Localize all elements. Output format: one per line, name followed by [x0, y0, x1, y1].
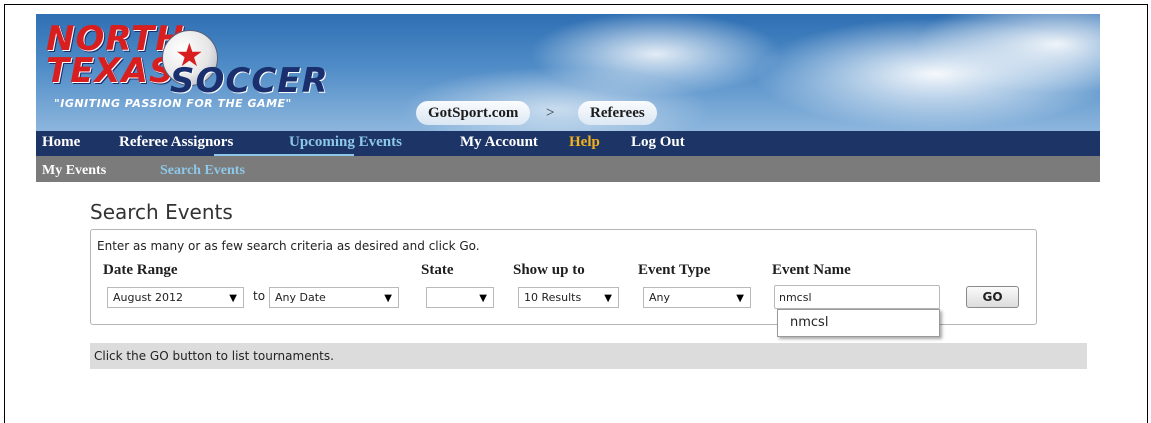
event-type-value: Any — [649, 291, 671, 304]
breadcrumb-separator: > — [546, 105, 555, 121]
date-from-select[interactable]: August 2012 ▼ — [107, 287, 244, 308]
logo-text-soccer: SOCCER — [170, 61, 329, 101]
date-to-select[interactable]: Any Date ▼ — [269, 287, 399, 308]
event-name-input[interactable] — [774, 285, 940, 309]
chevron-down-icon: ▼ — [736, 293, 744, 304]
status-message: Click the GO button to list tournaments. — [90, 343, 1087, 369]
nav-home[interactable]: Home — [42, 131, 80, 156]
search-instructions: Enter as many or as few search criteria … — [97, 239, 480, 253]
chevron-down-icon: ▼ — [229, 293, 237, 304]
show-up-to-select[interactable]: 10 Results ▼ — [518, 287, 619, 308]
event-type-select[interactable]: Any ▼ — [643, 287, 751, 308]
go-button[interactable]: GO — [966, 286, 1019, 308]
date-from-value: August 2012 — [113, 291, 183, 304]
nav-log-out[interactable]: Log Out — [631, 131, 685, 156]
date-to-label: to — [253, 289, 266, 303]
autocomplete-suggestion[interactable]: nmcsl — [777, 309, 940, 337]
nav-my-account[interactable]: My Account — [460, 131, 538, 156]
subnav-my-events[interactable]: My Events — [42, 156, 106, 182]
breadcrumb-referees[interactable]: Referees — [578, 101, 657, 125]
logo-text-texas: TEXAS — [46, 51, 175, 91]
secondary-nav: My Events Search Events — [36, 156, 1100, 182]
site-banner: NORTH TEXAS ★ SOCCER "IGNITING PASSION F… — [36, 14, 1100, 131]
page-title: Search Events — [90, 200, 233, 224]
date-to-value: Any Date — [275, 291, 326, 304]
nav-referee-assignors[interactable]: Referee Assignors — [119, 131, 233, 156]
event-type-label: Event Type — [638, 262, 711, 278]
nav-upcoming-events[interactable]: Upcoming Events — [289, 131, 402, 156]
chevron-down-icon: ▼ — [384, 293, 392, 304]
show-up-to-label: Show up to — [513, 262, 585, 278]
nav-help[interactable]: Help — [569, 131, 600, 156]
state-label: State — [421, 262, 454, 278]
primary-nav: Home Referee Assignors Upcoming Events M… — [36, 131, 1100, 156]
date-range-label: Date Range — [103, 262, 178, 278]
site-logo[interactable]: NORTH TEXAS ★ SOCCER "IGNITING PASSION F… — [44, 20, 374, 124]
chevron-down-icon: ▼ — [479, 293, 487, 304]
state-select[interactable]: ▼ — [426, 287, 494, 308]
breadcrumb-gotsport[interactable]: GotSport.com — [416, 101, 531, 125]
subnav-search-events[interactable]: Search Events — [160, 156, 245, 182]
event-name-label: Event Name — [772, 262, 851, 278]
chevron-down-icon: ▼ — [604, 293, 612, 304]
show-up-to-value: 10 Results — [524, 291, 582, 304]
logo-tagline: "IGNITING PASSION FOR THE GAME" — [54, 97, 292, 110]
